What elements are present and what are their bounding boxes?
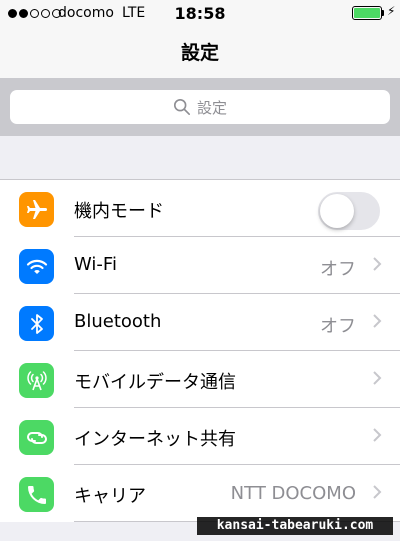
row-value: オフ: [320, 259, 356, 280]
settings-row-mobile-data[interactable]: モバイルデータ通信: [0, 351, 400, 408]
charging-icon: ⚡: [387, 4, 396, 18]
antenna-icon: [19, 363, 54, 398]
settings-list: 機内モード Wi-Fi オフ Bluetooth オフ モバイルデータ通信 イン…: [0, 179, 400, 522]
battery-level: [354, 8, 380, 18]
battery-icon: [352, 6, 382, 20]
watermark: kansai-tabearuki.com: [197, 517, 393, 535]
chevron-right-icon: [373, 314, 382, 328]
chevron-right-icon: [373, 485, 382, 499]
bluetooth-icon: [19, 306, 54, 341]
settings-row-carrier[interactable]: キャリア NTT DOCOMO: [0, 465, 400, 522]
settings-row-wifi[interactable]: Wi-Fi オフ: [0, 237, 400, 294]
chevron-right-icon: [373, 371, 382, 385]
clock: 18:58: [174, 4, 226, 23]
settings-row-airplane-mode[interactable]: 機内モード: [0, 180, 400, 237]
phone-icon: [19, 477, 54, 512]
wifi-icon: [19, 249, 54, 284]
row-value: NTT DOCOMO: [230, 483, 356, 504]
airplane-icon: [19, 192, 54, 227]
chevron-right-icon: [373, 428, 382, 442]
navigation-bar: 設定: [0, 28, 400, 78]
search-input[interactable]: 設定: [10, 90, 390, 124]
battery-tip: [382, 10, 384, 16]
search-area: 設定: [0, 78, 400, 136]
row-label: モバイルデータ通信: [74, 372, 236, 393]
chevron-right-icon: [373, 257, 382, 271]
row-value: オフ: [320, 316, 356, 337]
airplane-mode-toggle[interactable]: [318, 192, 380, 230]
toggle-knob: [320, 194, 354, 228]
row-label: Wi-Fi: [74, 254, 117, 275]
search-icon: [173, 98, 190, 116]
status-bar: docomo LTE 18:58 ⚡: [0, 0, 400, 28]
row-label: インターネット共有: [74, 429, 236, 450]
row-label: キャリア: [74, 486, 146, 507]
row-label: Bluetooth: [74, 311, 162, 332]
hotspot-icon: [19, 420, 54, 455]
row-label: 機内モード: [74, 201, 164, 222]
settings-row-personal-hotspot[interactable]: インターネット共有: [0, 408, 400, 465]
settings-row-bluetooth[interactable]: Bluetooth オフ: [0, 294, 400, 351]
search-placeholder: 設定: [196, 98, 227, 117]
page-title: 設定: [180, 42, 219, 64]
